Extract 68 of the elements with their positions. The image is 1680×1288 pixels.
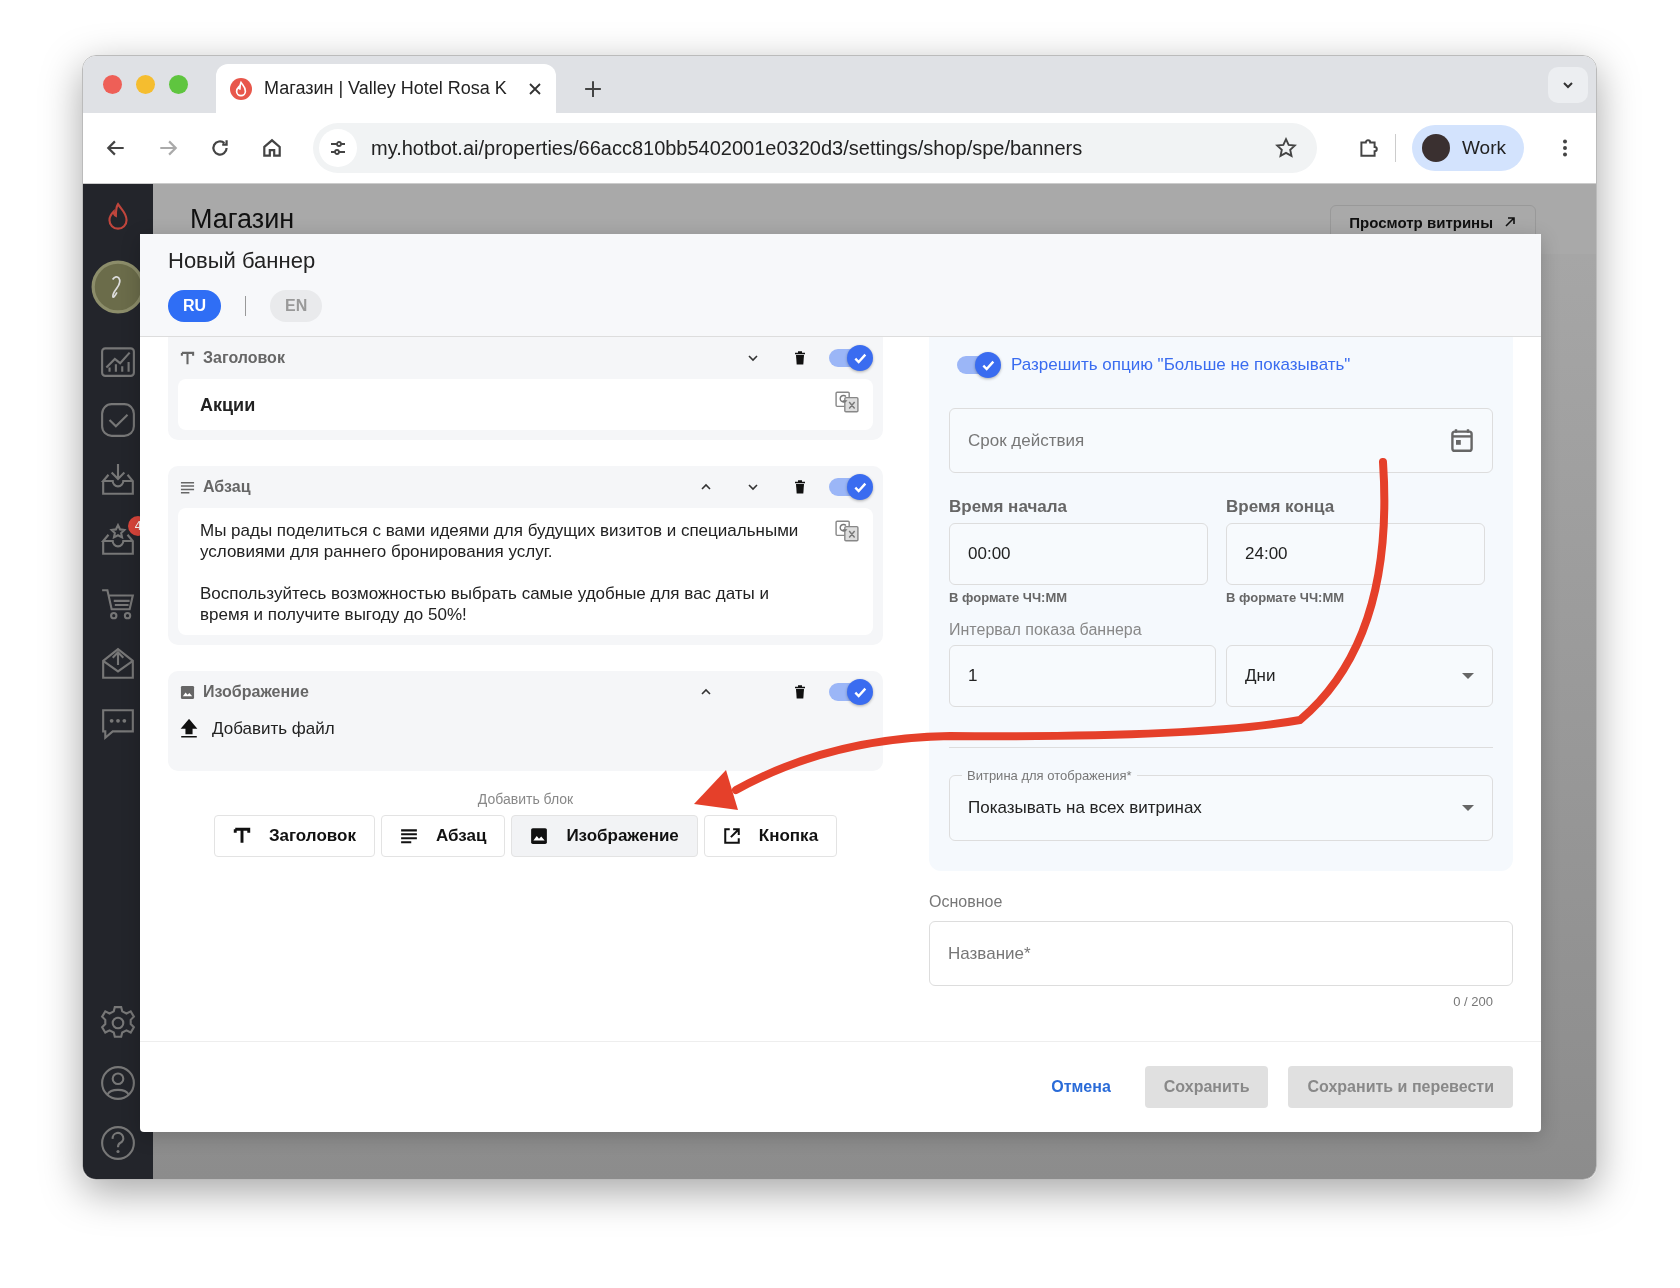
image-icon <box>530 827 549 845</box>
dropdown-icon <box>1462 805 1474 811</box>
image-icon <box>180 684 195 700</box>
new-tab-icon[interactable] <box>584 80 602 98</box>
cart-icon[interactable] <box>100 586 136 622</box>
flame-icon <box>230 77 252 100</box>
home-icon[interactable] <box>261 137 283 159</box>
start-time-field[interactable]: 00:00 <box>949 523 1208 585</box>
chevron-down-icon[interactable] <box>746 481 759 493</box>
storefront-select[interactable]: Витрина для отображения* Показывать на всех витринах <box>949 768 1493 841</box>
trash-icon[interactable] <box>793 351 806 365</box>
external-link-icon <box>1503 215 1517 229</box>
section-title: Основное <box>929 893 1004 911</box>
settings-icon[interactable] <box>100 1005 136 1041</box>
lines-icon <box>180 479 195 495</box>
lines-icon <box>399 827 418 845</box>
add-block-button[interactable]: Изображение <box>511 815 698 857</box>
chat-icon[interactable] <box>100 706 136 742</box>
dropdown-icon <box>1462 673 1474 679</box>
user-icon[interactable] <box>100 1065 136 1101</box>
interval-unit-select[interactable]: Дни <box>1226 645 1493 707</box>
name-field[interactable]: Название* <box>929 921 1513 986</box>
end-time-field[interactable]: 24:00 <box>1226 523 1485 585</box>
page-title: Магазин <box>190 203 295 235</box>
field-label: Интервал показа баннера <box>949 621 1143 639</box>
mail-upload-icon[interactable] <box>100 646 136 682</box>
translate-icon[interactable] <box>835 520 859 542</box>
extensions-icon[interactable] <box>1357 137 1379 159</box>
toggle-label: Разрешить опцию "Больше не показывать" <box>1011 355 1351 375</box>
dialog-title: Новый баннер <box>168 248 317 274</box>
inbox-star-icon[interactable] <box>100 522 136 558</box>
add-block-button[interactable]: Абзац <box>380 815 506 857</box>
translate-icon[interactable] <box>835 391 859 413</box>
block-title: Заголовок <box>203 349 285 367</box>
trash-icon[interactable] <box>793 685 806 699</box>
field-label: Время начала <box>949 497 1068 517</box>
block-title: Абзац <box>203 478 251 496</box>
close-icon[interactable] <box>528 81 542 96</box>
site-settings-icon[interactable] <box>328 138 348 158</box>
validity-date-field[interactable]: Срок действия <box>949 408 1493 473</box>
browser-tab[interactable]: Магазин | Valley Hotel Rosa K <box>216 64 556 113</box>
address-bar[interactable]: my.hotbot.ai/properties/66acc810bb5402001e0320d3/settings/shop/spe/banners <box>313 123 1317 173</box>
text-icon <box>180 350 195 366</box>
checkmark-icon[interactable] <box>100 402 136 438</box>
trash-icon[interactable] <box>793 480 806 494</box>
upload-icon <box>180 719 198 739</box>
close-window-button[interactable] <box>103 75 122 94</box>
inbox-download-icon[interactable] <box>100 462 136 498</box>
calendar-icon[interactable] <box>1451 428 1473 452</box>
external-link-icon <box>722 827 741 845</box>
character-counter: 0 / 200 <box>1453 994 1493 1009</box>
field-hint: В формате ЧЧ:ММ <box>949 590 1069 605</box>
profile-button[interactable]: Work <box>1412 125 1524 171</box>
help-icon[interactable] <box>100 1125 136 1161</box>
text-icon <box>232 827 251 845</box>
add-block-button[interactable]: Кнопка <box>703 815 838 857</box>
language-tab[interactable]: RU <box>168 290 222 322</box>
add-file-button[interactable]: Добавить файл <box>178 713 335 739</box>
block-title: Изображение <box>203 683 309 701</box>
chevron-down-icon[interactable] <box>746 352 759 364</box>
add-block-label: Добавить блок <box>477 791 574 807</box>
cancel-button[interactable]: Отмена <box>1043 1068 1119 1106</box>
field-label: Время конца <box>1226 497 1336 517</box>
bookmark-star-icon[interactable] <box>1275 137 1297 159</box>
field-hint: В формате ЧЧ:ММ <box>1226 590 1346 605</box>
reload-icon[interactable] <box>209 137 231 159</box>
interval-field[interactable]: 1 <box>949 645 1216 707</box>
add-block-button[interactable]: Заголовок <box>213 815 375 857</box>
